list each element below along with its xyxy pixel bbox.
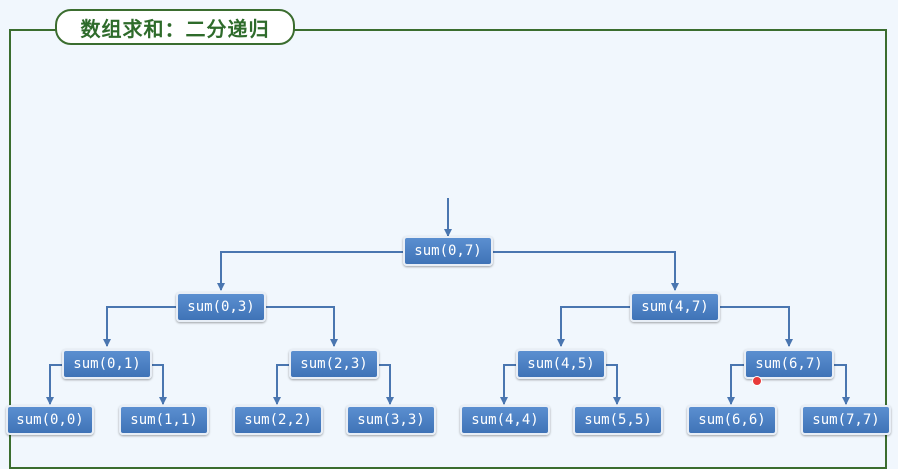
node-sum-6-6: sum(6,6) [687,405,777,435]
node-sum-0-1: sum(0,1) [62,349,152,379]
node-sum-6-7: sum(6,7) [744,349,834,379]
edge-03-23 [264,306,338,347]
node-sum-5-5: sum(5,5) [573,405,663,435]
edge-03-01 [103,306,178,347]
pointer-dot [752,376,762,386]
node-sum-1-1: sum(1,1) [119,405,209,435]
node-sum-4-5: sum(4,5) [516,349,606,379]
edge-47-67 [718,306,793,347]
node-sum-4-4: sum(4,4) [460,405,550,435]
edge-07-03 [217,251,404,291]
node-sum-3-3: sum(3,3) [346,405,436,435]
node-sum-0-7: sum(0,7) [403,236,493,266]
node-sum-0-0: sum(0,0) [6,405,94,435]
node-sum-2-3: sum(2,3) [289,349,379,379]
edge-07-47 [492,251,679,291]
node-sum-0-3: sum(0,3) [176,292,266,322]
node-sum-4-7: sum(4,7) [630,292,720,322]
node-sum-7-7: sum(7,7) [801,405,891,435]
recursion-tree-edges [46,198,850,405]
edge-67-77 [832,364,850,405]
edge-47-45 [557,306,632,347]
slide: 数组求和：二分递归 sum(0,7) sum(0,3) sum(4,7) sum… [0,0,898,469]
node-sum-2-2: sum(2,2) [233,405,323,435]
